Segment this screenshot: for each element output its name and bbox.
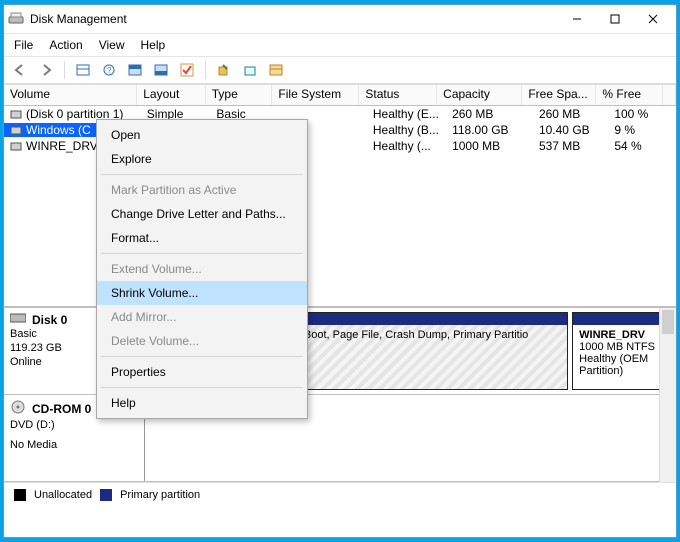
menu-action[interactable]: Action (49, 38, 82, 52)
legend-primary: Primary partition (120, 489, 200, 501)
menu-view[interactable]: View (99, 38, 125, 52)
partition-title: WINRE_DRV (579, 329, 665, 341)
context-item[interactable]: Properties (97, 360, 307, 384)
partition-stripe (573, 313, 671, 325)
hdd-icon (10, 312, 26, 327)
cdrom-icon (10, 399, 26, 418)
context-separator (101, 387, 303, 388)
cdrom-title: CD-ROM 0 (32, 402, 91, 416)
menu-help[interactable]: Help (141, 38, 166, 52)
volume-status: Healthy (... (367, 139, 446, 153)
grid-top-icon[interactable] (125, 60, 145, 80)
scroll-thumb[interactable] (662, 310, 674, 334)
volume-capacity: 118.00 GB (446, 123, 533, 137)
menu-bar: File Action View Help (4, 34, 676, 57)
context-separator (101, 253, 303, 254)
check-icon[interactable] (177, 60, 197, 80)
cdrom-state: No Media (10, 438, 138, 452)
legend-unallocated: Unallocated (34, 489, 92, 501)
panel-icon[interactable] (73, 60, 93, 80)
context-item: Extend Volume... (97, 257, 307, 281)
volume-capacity: 1000 MB (446, 139, 533, 153)
context-item[interactable]: Open (97, 123, 307, 147)
volume-icon (10, 124, 22, 136)
col-status[interactable]: Status (359, 85, 437, 105)
context-separator (101, 356, 303, 357)
maximize-button[interactable] (596, 8, 634, 30)
volume-pct: 100 % (608, 107, 676, 121)
volume-free: 537 MB (533, 139, 608, 153)
cdrom-kind: DVD (D:) (10, 418, 138, 432)
connect-icon[interactable] (240, 60, 260, 80)
volume-status: Healthy (B... (367, 123, 446, 137)
volume-free: 260 MB (533, 107, 608, 121)
volume-icon (10, 108, 22, 120)
menu-file[interactable]: File (14, 38, 33, 52)
context-item: Mark Partition as Active (97, 178, 307, 202)
context-item[interactable]: Help (97, 391, 307, 415)
grid-bottom-icon[interactable] (151, 60, 171, 80)
col-volume[interactable]: Volume (4, 85, 137, 105)
disk-mgmt-icon (8, 11, 24, 27)
volume-free: 10.40 GB (533, 123, 608, 137)
back-icon[interactable] (10, 60, 30, 80)
volume-list-header: Volume Layout Type File System Status Ca… (4, 84, 676, 106)
context-item: Delete Volume... (97, 329, 307, 353)
minimize-button[interactable] (558, 8, 596, 30)
refresh-icon[interactable] (214, 60, 234, 80)
col-type[interactable]: Type (206, 85, 273, 105)
titlebar: Disk Management (4, 5, 676, 34)
partition[interactable]: WINRE_DRV1000 MB NTFSHealthy (OEM Partit… (572, 312, 672, 390)
close-button[interactable] (634, 8, 672, 30)
window-controls (558, 8, 672, 30)
toolbar-sep2 (205, 61, 206, 79)
partition-sub: 1000 MB NTFS (579, 341, 665, 353)
svg-text:?: ? (107, 66, 112, 75)
window-title: Disk Management (30, 12, 558, 26)
context-separator (101, 174, 303, 175)
col-pad (663, 85, 676, 105)
context-item[interactable]: Explore (97, 147, 307, 171)
disk-management-window: Disk Management File Action View Help ? … (3, 4, 677, 538)
context-item: Add Mirror... (97, 305, 307, 329)
col-filesystem[interactable]: File System (272, 85, 359, 105)
partition-sub2: Healthy (OEM Partition) (579, 353, 665, 377)
volume-capacity: 260 MB (446, 107, 533, 121)
context-item[interactable]: Change Drive Letter and Paths... (97, 202, 307, 226)
toolbar-sep (64, 61, 65, 79)
swatch-unallocated (14, 489, 26, 501)
col-layout[interactable]: Layout (137, 85, 206, 105)
vertical-scrollbar[interactable] (659, 308, 676, 482)
col-capacity[interactable]: Capacity (437, 85, 522, 105)
context-item[interactable]: Format... (97, 226, 307, 250)
help-icon[interactable]: ? (99, 60, 119, 80)
toolbar: ? (4, 57, 676, 84)
volume-icon (10, 140, 22, 152)
col-pct[interactable]: % Free (596, 85, 663, 105)
volume-pct: 9 % (608, 123, 676, 137)
partition-body: WINRE_DRV1000 MB NTFSHealthy (OEM Partit… (573, 325, 671, 389)
swatch-primary (100, 489, 112, 501)
context-item[interactable]: Shrink Volume... (97, 281, 307, 305)
col-free[interactable]: Free Spa... (522, 85, 596, 105)
volume-context-menu: OpenExplore Mark Partition as ActiveChang… (96, 119, 308, 419)
legend: Unallocated Primary partition (4, 482, 676, 507)
volume-pct: 54 % (608, 139, 676, 153)
disk-title: Disk 0 (32, 313, 67, 327)
settings-icon[interactable] (266, 60, 286, 80)
volume-status: Healthy (E... (367, 107, 446, 121)
forward-icon[interactable] (36, 60, 56, 80)
